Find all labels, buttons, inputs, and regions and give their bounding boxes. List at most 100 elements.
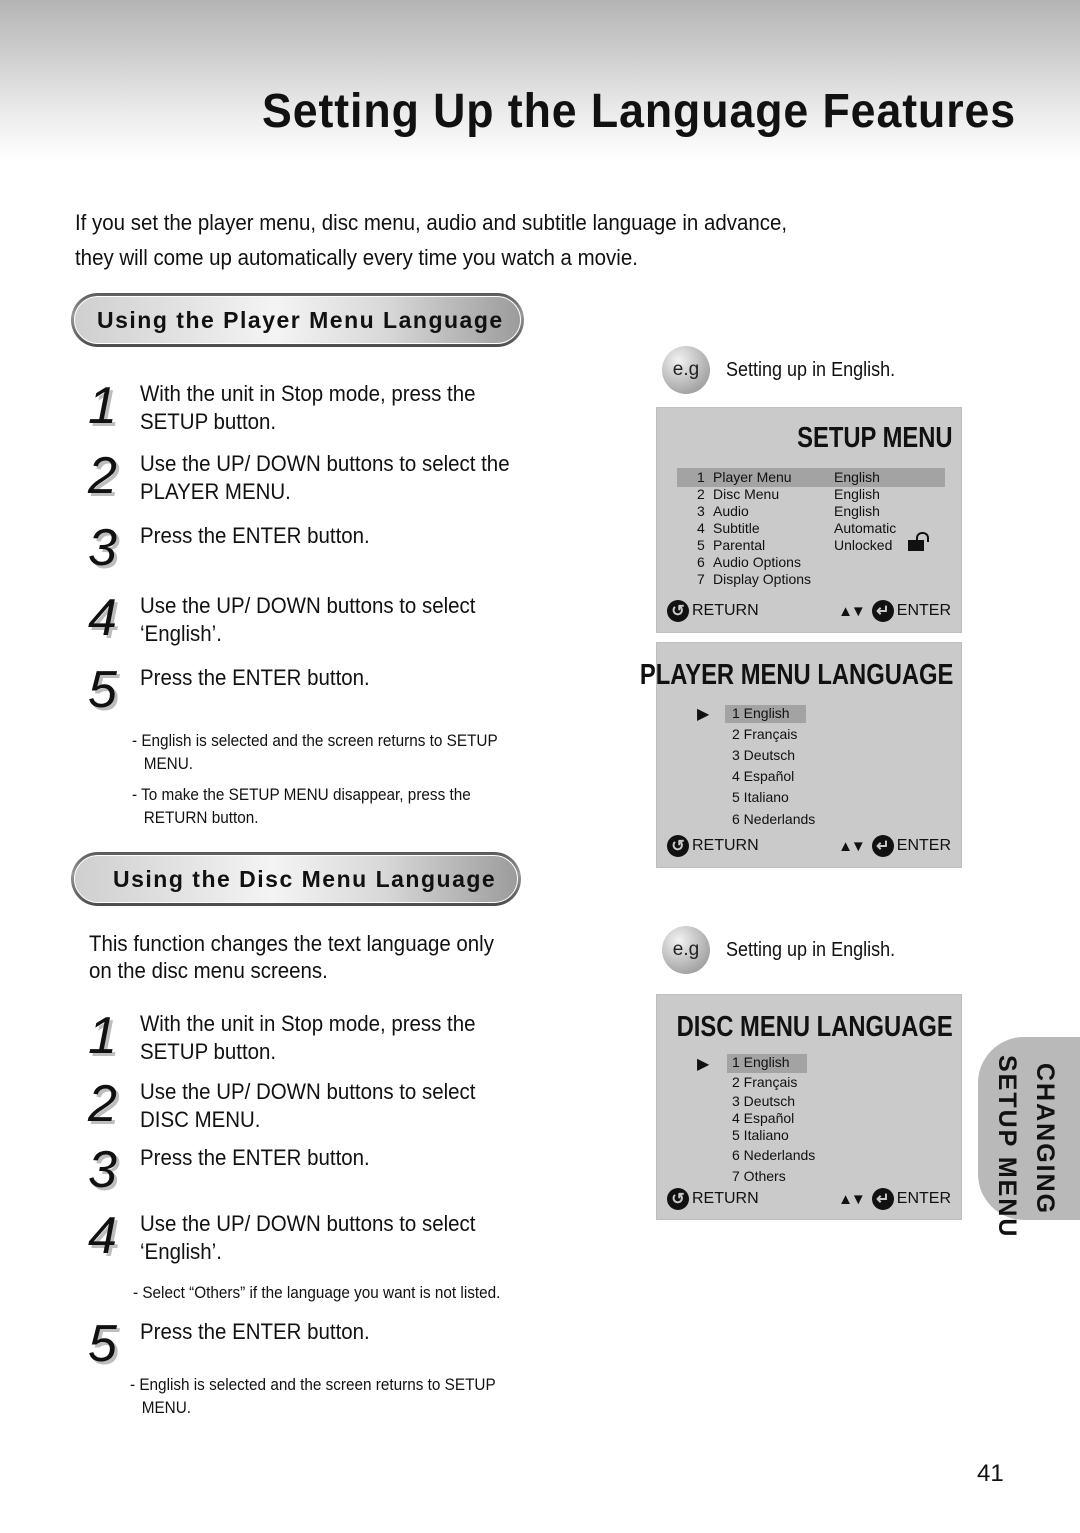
- setup-menu-item[interactable]: 7: [697, 571, 705, 587]
- language-option[interactable]: 4 Español: [732, 1110, 794, 1126]
- language-option[interactable]: 3 Deutsch: [732, 747, 795, 763]
- step-text-line: SETUP button.: [140, 409, 277, 434]
- setup-menu-item-value: English: [834, 469, 880, 485]
- disc-step-4: 4 Use the UP/ DOWN buttons to select ‘En…: [88, 1210, 501, 1266]
- disc-section-heading-text: Using the Disc Menu Language: [113, 865, 497, 892]
- setup-menu-item-label[interactable]: Audio: [713, 503, 749, 519]
- osd-title: DISC MENU LANGUAGE: [676, 1011, 953, 1043]
- return-icon: ↺: [667, 1188, 689, 1210]
- intro-line: they will come up automatically every ti…: [75, 245, 638, 270]
- step-number: 2: [88, 447, 117, 505]
- step-number: 1: [88, 1007, 117, 1065]
- up-down-arrows-icon: ▲▼: [838, 602, 866, 620]
- setup-menu-item[interactable]: 4: [697, 520, 705, 536]
- player-step-2: 2 Use the UP/ DOWN buttons to select the…: [88, 450, 537, 506]
- setup-menu-item[interactable]: 2: [697, 486, 705, 502]
- setup-menu-item-label[interactable]: Player Menu: [713, 469, 792, 485]
- player-section-heading-text: Using the Player Menu Language: [97, 306, 504, 333]
- setup-menu-item-value: English: [834, 503, 880, 519]
- setup-menu-item-value: English: [834, 486, 880, 502]
- player-step-1: 1 With the unit in Stop mode, press the …: [88, 380, 501, 436]
- step-text-line: Use the UP/ DOWN buttons to select: [140, 593, 476, 618]
- eg-badge-icon: e.g: [662, 926, 710, 974]
- setup-menu-item[interactable]: 6: [697, 554, 705, 570]
- page-title: Setting Up the Language Features: [262, 85, 1017, 138]
- step-text-line: With the unit in Stop mode, press the: [140, 1011, 476, 1036]
- player-menu-language-screen: PLAYER MENU LANGUAGE ▶ 1 English 2 França…: [639, 642, 962, 868]
- player-note-2: - To make the SETUP MENU disappear, pres…: [132, 785, 471, 827]
- disc-note-others: - Select “Others” if the language you wa…: [133, 1283, 501, 1302]
- language-option[interactable]: 1 English: [732, 705, 790, 721]
- step-number: 4: [88, 589, 117, 647]
- disc-step-2: 2 Use the UP/ DOWN buttons to select DIS…: [88, 1078, 501, 1134]
- step-text-line: Press the ENTER button.: [140, 523, 370, 548]
- enter-icon: ↵: [871, 600, 894, 622]
- player-step-4: 4 Use the UP/ DOWN buttons to select ‘En…: [88, 592, 501, 648]
- language-option[interactable]: 6 Nederlands: [732, 1147, 815, 1163]
- disc-step-5: 5 Press the ENTER button.: [88, 1318, 387, 1370]
- intro-line: If you set the player menu, disc menu, a…: [75, 210, 788, 235]
- osd-footer: ↺ RETURN ▲▼ ↵ ENTER: [667, 835, 951, 857]
- player-step-3: 3 Press the ENTER button.: [88, 522, 387, 574]
- language-option[interactable]: 2 Français: [732, 726, 797, 742]
- step-text-line: Press the ENTER button.: [140, 665, 370, 690]
- page-number: 41: [977, 1460, 1004, 1487]
- selection-arrow-icon: ▶: [697, 706, 710, 723]
- player-note-1: - English is selected and the screen ret…: [132, 731, 498, 773]
- step-number: 2: [88, 1075, 117, 1133]
- setup-menu-item[interactable]: 3: [697, 503, 705, 519]
- osd-footer: ↺ RETURN ▲▼ ↵ ENTER: [667, 1188, 951, 1210]
- setup-menu-item-value: Automatic: [834, 520, 897, 536]
- step-text-line: Use the UP/ DOWN buttons to select the: [140, 451, 510, 476]
- step-text-line: Use the UP/ DOWN buttons to select: [140, 1211, 476, 1236]
- step-text-line: SETUP button.: [140, 1039, 277, 1064]
- disc-intro: This function changes the text language …: [89, 931, 494, 983]
- setup-menu-item-label[interactable]: Parental: [713, 537, 765, 553]
- language-option[interactable]: 1 English: [732, 1054, 790, 1070]
- example-caption-1: e.g Setting up in English.: [662, 346, 914, 394]
- step-number: 4: [88, 1207, 117, 1265]
- language-option[interactable]: 2 Français: [732, 1074, 797, 1090]
- player-section-heading: Using the Player Menu Language: [71, 293, 524, 347]
- setup-menu-item-label[interactable]: Display Options: [713, 571, 811, 587]
- step-number: 5: [88, 661, 117, 719]
- disc-section-heading: Using the Disc Menu Language: [71, 852, 521, 906]
- disc-step-1: 1 With the unit in Stop mode, press the …: [88, 1010, 501, 1066]
- setup-menu-item-label[interactable]: Subtitle: [713, 520, 760, 536]
- language-option[interactable]: 4 Español: [732, 768, 794, 784]
- setup-menu-item[interactable]: 1: [697, 469, 705, 485]
- chapter-side-tab: CHANGING SETUP MENU: [978, 1037, 1080, 1238]
- setup-menu-item-label[interactable]: Disc Menu: [713, 486, 779, 502]
- disc-menu-language-screen: DISC MENU LANGUAGE ▶ 1 English 2 Français…: [656, 994, 962, 1220]
- step-text-line: Press the ENTER button.: [140, 1319, 370, 1344]
- step-text-line: With the unit in Stop mode, press the: [140, 381, 476, 406]
- step-text-line: ‘English’.: [140, 621, 222, 646]
- step-text-line: PLAYER MENU.: [140, 479, 291, 504]
- player-step-5: 5 Press the ENTER button.: [88, 664, 387, 716]
- enter-icon: ↵: [871, 1188, 894, 1210]
- selection-arrow-icon: ▶: [697, 1056, 710, 1073]
- example-caption-2: e.g Setting up in English.: [662, 926, 914, 974]
- disc-note-final: - English is selected and the screen ret…: [130, 1375, 496, 1417]
- enter-icon: ↵: [871, 835, 894, 857]
- language-option[interactable]: 5 Italiano: [732, 789, 789, 805]
- osd-title: SETUP MENU: [797, 422, 953, 454]
- side-tab-line2: SETUP MENU: [993, 1055, 1021, 1239]
- return-icon: ↺: [667, 600, 689, 622]
- language-option[interactable]: 5 Italiano: [732, 1127, 789, 1143]
- osd-title: PLAYER MENU LANGUAGE: [639, 659, 953, 691]
- up-down-arrows-icon: ▲▼: [838, 1190, 866, 1208]
- language-option[interactable]: 6 Nederlands: [732, 811, 815, 827]
- disc-step-3: 3 Press the ENTER button.: [88, 1144, 387, 1196]
- setup-menu-item[interactable]: 5: [697, 537, 705, 553]
- setup-menu-item-label[interactable]: Audio Options: [713, 554, 801, 570]
- osd-footer: ↺ RETURN ▲▼ ↵ ENTER: [667, 600, 951, 622]
- language-option[interactable]: 3 Deutsch: [732, 1093, 795, 1109]
- step-number: 3: [88, 519, 117, 577]
- return-icon: ↺: [667, 835, 689, 857]
- setup-menu-screen: SETUP MENU 1 Player Menu English 2 Disc Menu…: [656, 407, 962, 633]
- step-text-line: ‘English’.: [140, 1239, 222, 1264]
- language-option[interactable]: 7 Others: [732, 1168, 786, 1184]
- step-number: 3: [88, 1141, 117, 1199]
- unlocked-padlock-icon: [908, 532, 930, 551]
